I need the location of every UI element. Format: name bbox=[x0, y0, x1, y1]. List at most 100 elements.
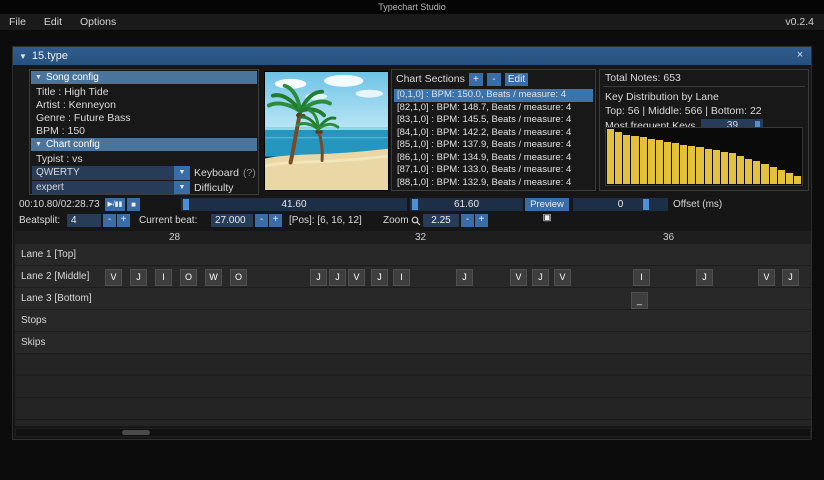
stop-button[interactable]: ■ bbox=[127, 198, 140, 211]
chart-section-item[interactable]: [86,1,0] : BPM: 134.9, Beats / measure: … bbox=[394, 152, 593, 165]
histogram-bar bbox=[745, 159, 752, 184]
preview-button[interactable]: Preview ▣ bbox=[525, 198, 569, 211]
offset-label: Offset (ms) bbox=[673, 199, 722, 210]
note-block[interactable]: J bbox=[371, 269, 388, 286]
separator bbox=[603, 86, 805, 87]
editor-window: ▼ 15.type × ▼ Song config Title : High T… bbox=[12, 46, 812, 440]
note-block[interactable]: V bbox=[510, 269, 527, 286]
window-titlebar[interactable]: ▼ 15.type × bbox=[13, 47, 811, 65]
scrollbar-thumb[interactable] bbox=[122, 430, 150, 435]
chevron-down-icon[interactable]: ▼ bbox=[174, 166, 190, 180]
note-block[interactable]: J bbox=[782, 269, 799, 286]
histogram-bar bbox=[631, 136, 638, 184]
histogram-bar bbox=[713, 150, 720, 184]
beatsplit-increment-button[interactable]: + bbox=[117, 214, 130, 227]
keyboard-label: Keyboard bbox=[194, 167, 239, 179]
song-config-header[interactable]: ▼ Song config bbox=[31, 71, 257, 84]
chart-section-item[interactable]: [83,1,0] : BPM: 145.5, Beats / measure: … bbox=[394, 114, 593, 127]
histogram-bar bbox=[729, 153, 736, 184]
song-config-field: Title : High Tide bbox=[30, 85, 258, 98]
histogram-bar bbox=[607, 129, 614, 184]
close-icon[interactable]: × bbox=[793, 49, 807, 63]
note-block[interactable]: J bbox=[329, 269, 346, 286]
chart-config-header[interactable]: ▼ Chart config bbox=[31, 138, 257, 151]
add-section-button[interactable]: + bbox=[469, 73, 483, 86]
histogram-bar bbox=[623, 135, 630, 184]
menu-item-file[interactable]: File bbox=[0, 14, 35, 31]
key-distribution-values: Top: 56 | Middle: 566 | Bottom: 22 bbox=[600, 103, 808, 117]
app-title: Typechart Studio bbox=[0, 0, 824, 14]
collapse-icon[interactable]: ▼ bbox=[19, 52, 27, 61]
chart-section-item[interactable]: [0,1,0] : BPM: 150.0, Beats / measure: 4 bbox=[394, 89, 593, 102]
menu-item-edit[interactable]: Edit bbox=[35, 14, 71, 31]
histogram-bar bbox=[737, 156, 744, 184]
histogram-bar bbox=[664, 142, 671, 184]
horizontal-scrollbar[interactable] bbox=[15, 428, 811, 437]
edit-section-button[interactable]: Edit bbox=[505, 73, 528, 86]
current-beat-input[interactable]: 27.000 bbox=[211, 214, 253, 227]
zoom-increment-button[interactable]: + bbox=[475, 214, 488, 227]
time-display: 00:10.80/02:28.73 bbox=[19, 199, 100, 210]
chart-section-item[interactable]: [82,1,0] : BPM: 148.7, Beats / measure: … bbox=[394, 102, 593, 115]
note-block[interactable]: I bbox=[155, 269, 172, 286]
beatsplit-decrement-button[interactable]: - bbox=[103, 214, 116, 227]
magnifier-icon bbox=[411, 216, 421, 226]
window-title: 15.type bbox=[32, 50, 68, 62]
note-block[interactable]: _ bbox=[631, 292, 648, 309]
keyboard-combo[interactable]: QWERTY ▼ bbox=[32, 166, 190, 180]
slider-grab[interactable] bbox=[643, 199, 649, 210]
current-beat-increment-button[interactable]: + bbox=[269, 214, 282, 227]
note-timeline[interactable]: 283236 Lane 1 [Top]Lane 2 [Middle]Lane 3… bbox=[15, 231, 811, 426]
offset-value: 0 bbox=[573, 198, 668, 211]
preview-button-label: Preview bbox=[530, 199, 564, 210]
preview-point-slider[interactable]: 61.60 bbox=[410, 198, 523, 211]
menu-item-options[interactable]: Options bbox=[71, 14, 125, 31]
chart-section-item[interactable]: [87,1,0] : BPM: 133.0, Beats / measure: … bbox=[394, 164, 593, 177]
zoom-input[interactable]: 2.25 bbox=[423, 214, 459, 227]
version-label: v0.2.4 bbox=[785, 14, 814, 31]
note-block[interactable]: O bbox=[230, 269, 247, 286]
current-beat-decrement-button[interactable]: - bbox=[255, 214, 268, 227]
chart-sections-title: Chart Sections bbox=[396, 73, 465, 85]
difficulty-combo[interactable]: expert ▼ bbox=[32, 181, 190, 195]
note-block[interactable]: J bbox=[696, 269, 713, 286]
preview-point-value: 61.60 bbox=[410, 198, 523, 211]
note-block[interactable]: J bbox=[532, 269, 549, 286]
slider-grab[interactable] bbox=[412, 199, 418, 210]
chart-section-item[interactable]: [89,1,0] : BPM: 132.9, Beats / measure: … bbox=[394, 189, 593, 190]
chart-section-item[interactable]: [88,1,0] : BPM: 132.9, Beats / measure: … bbox=[394, 177, 593, 190]
chart-section-item[interactable]: [85,1,0] : BPM: 137.9, Beats / measure: … bbox=[394, 139, 593, 152]
slider-grab[interactable] bbox=[183, 199, 189, 210]
note-block[interactable]: V bbox=[758, 269, 775, 286]
chart-sections-list: [0,1,0] : BPM: 150.0, Beats / measure: 4… bbox=[394, 89, 593, 190]
beatsplit-input[interactable]: 4 bbox=[67, 214, 101, 227]
histogram-bar bbox=[786, 173, 793, 184]
note-block[interactable]: V bbox=[105, 269, 122, 286]
remove-section-button[interactable]: - bbox=[487, 73, 501, 86]
note-block[interactable]: J bbox=[310, 269, 327, 286]
note-block[interactable]: J bbox=[130, 269, 147, 286]
note-block[interactable]: I bbox=[633, 269, 650, 286]
histogram-bar bbox=[680, 145, 687, 184]
current-beat-label: Current beat: bbox=[139, 215, 197, 226]
zoom-decrement-button[interactable]: - bbox=[461, 214, 474, 227]
menu-items: FileEditOptions bbox=[0, 14, 125, 31]
chart-sections-panel: Chart Sections + - Edit [0,1,0] : BPM: 1… bbox=[391, 69, 596, 191]
note-block[interactable]: J bbox=[456, 269, 473, 286]
histogram-bar bbox=[640, 137, 647, 184]
note-block[interactable]: O bbox=[180, 269, 197, 286]
note-block[interactable]: W bbox=[205, 269, 222, 286]
note-block[interactable]: V bbox=[348, 269, 365, 286]
song-config-title: Song config bbox=[46, 71, 99, 84]
note-block[interactable]: I bbox=[393, 269, 410, 286]
offset-slider[interactable]: 0 bbox=[573, 198, 668, 211]
play-pause-button[interactable]: ▶/▮▮ bbox=[105, 198, 125, 211]
seek-slider[interactable]: 41.60 bbox=[181, 198, 407, 211]
song-config-field: BPM : 150 bbox=[30, 124, 258, 137]
song-cover-image bbox=[264, 71, 389, 191]
chevron-down-icon[interactable]: ▼ bbox=[174, 181, 190, 195]
histogram-bar bbox=[688, 146, 695, 184]
difficulty-combo-value: expert bbox=[32, 181, 174, 195]
note-block[interactable]: V bbox=[554, 269, 571, 286]
chart-section-item[interactable]: [84,1,0] : BPM: 142.2, Beats / measure: … bbox=[394, 127, 593, 140]
